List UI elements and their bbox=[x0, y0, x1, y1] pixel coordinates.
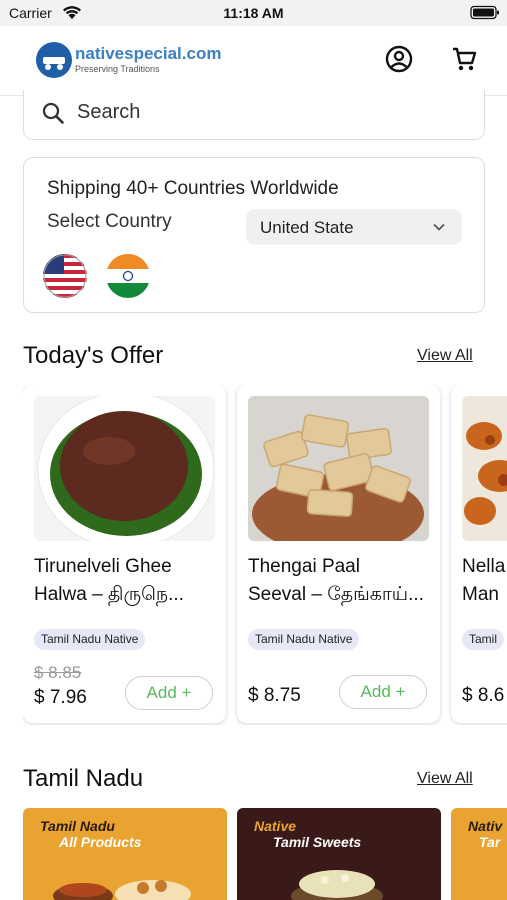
category-title: Nativ bbox=[468, 818, 503, 834]
region-badge: Tamil Nadu Native bbox=[248, 629, 360, 650]
site-logo[interactable]: nativespecial.com Preserving Traditions bbox=[36, 42, 236, 82]
cart-button[interactable] bbox=[449, 44, 479, 74]
logo-name: nativespecial.com bbox=[75, 44, 222, 63]
app-header: nativespecial.com Preserving Traditions bbox=[0, 26, 507, 96]
region-badge: Tamil bbox=[462, 629, 505, 650]
status-bar: Carrier 11:18 AM bbox=[0, 0, 507, 26]
selected-country: United State bbox=[260, 218, 354, 237]
product-price: $ 7.96 bbox=[34, 687, 87, 708]
category-subtitle: Tar bbox=[479, 834, 501, 850]
logo-tagline: Preserving Traditions bbox=[75, 64, 160, 74]
tamil-nadu-title: Tamil Nadu bbox=[23, 765, 144, 792]
shipping-card: Shipping 40+ Countries Worldwide Select … bbox=[23, 157, 485, 313]
battery-icon bbox=[470, 5, 499, 20]
logo-emblem-icon bbox=[36, 42, 72, 78]
country-dropdown[interactable]: United State bbox=[246, 209, 462, 245]
chevron-down-icon bbox=[433, 223, 445, 231]
search-icon bbox=[42, 102, 64, 124]
product-card[interactable]: Thengai Paal Seeval – தேங்காய்... Tamil … bbox=[237, 385, 440, 723]
product-name: Tirunelveli Ghee Halwa – திருநெ... bbox=[34, 556, 184, 605]
search-input[interactable]: Search bbox=[23, 90, 485, 140]
add-to-cart-button[interactable]: Add + bbox=[339, 675, 427, 709]
select-country-label: Select Country bbox=[47, 211, 172, 232]
product-image bbox=[462, 396, 507, 541]
category-subtitle: Tamil Sweets bbox=[273, 834, 362, 850]
category-title: Tamil Nadu bbox=[40, 818, 115, 834]
product-image bbox=[34, 396, 215, 541]
india-flag-icon[interactable] bbox=[106, 254, 150, 298]
product-image bbox=[248, 396, 429, 541]
category-card[interactable]: Tamil Nadu All Products bbox=[23, 808, 227, 900]
product-price: $ 8.6 bbox=[462, 685, 505, 706]
offers-title: Today's Offer bbox=[23, 342, 164, 369]
shipping-title: Shipping 40+ Countries Worldwide bbox=[47, 178, 339, 199]
us-flag-icon[interactable] bbox=[43, 254, 87, 298]
category-card[interactable]: Native Tamil Sweets bbox=[237, 808, 441, 900]
tamil-nadu-view-all-link[interactable]: View All bbox=[417, 770, 473, 788]
account-circle-icon bbox=[385, 45, 413, 73]
product-name: Nella Man bbox=[462, 556, 506, 605]
product-card[interactable]: Tirunelveli Ghee Halwa – திருநெ... Tamil… bbox=[23, 385, 226, 723]
offers-carousel[interactable]: Tirunelveli Ghee Halwa – திருநெ... Tamil… bbox=[23, 385, 507, 725]
offers-view-all-link[interactable]: View All bbox=[417, 347, 473, 365]
product-old-price: $ 8.85 bbox=[34, 663, 82, 682]
product-name: Thengai Paal Seeval – தேங்காய்... bbox=[248, 556, 424, 605]
account-button[interactable] bbox=[384, 44, 414, 74]
add-to-cart-button[interactable]: Add + bbox=[125, 676, 213, 710]
category-title: Native bbox=[254, 818, 297, 834]
category-subtitle: All Products bbox=[59, 834, 142, 850]
product-card[interactable]: Nella Man Tamil $ 8.6 bbox=[451, 385, 507, 723]
search-placeholder: Search bbox=[77, 101, 141, 123]
category-carousel[interactable]: Tamil Nadu All Products Native Tamil Swe… bbox=[23, 808, 507, 900]
status-time: 11:18 AM bbox=[223, 5, 284, 21]
category-card[interactable]: Nativ Tar bbox=[451, 808, 507, 900]
cart-icon bbox=[453, 47, 477, 71]
region-badge: Tamil Nadu Native bbox=[34, 629, 146, 650]
product-price: $ 8.75 bbox=[248, 685, 301, 706]
